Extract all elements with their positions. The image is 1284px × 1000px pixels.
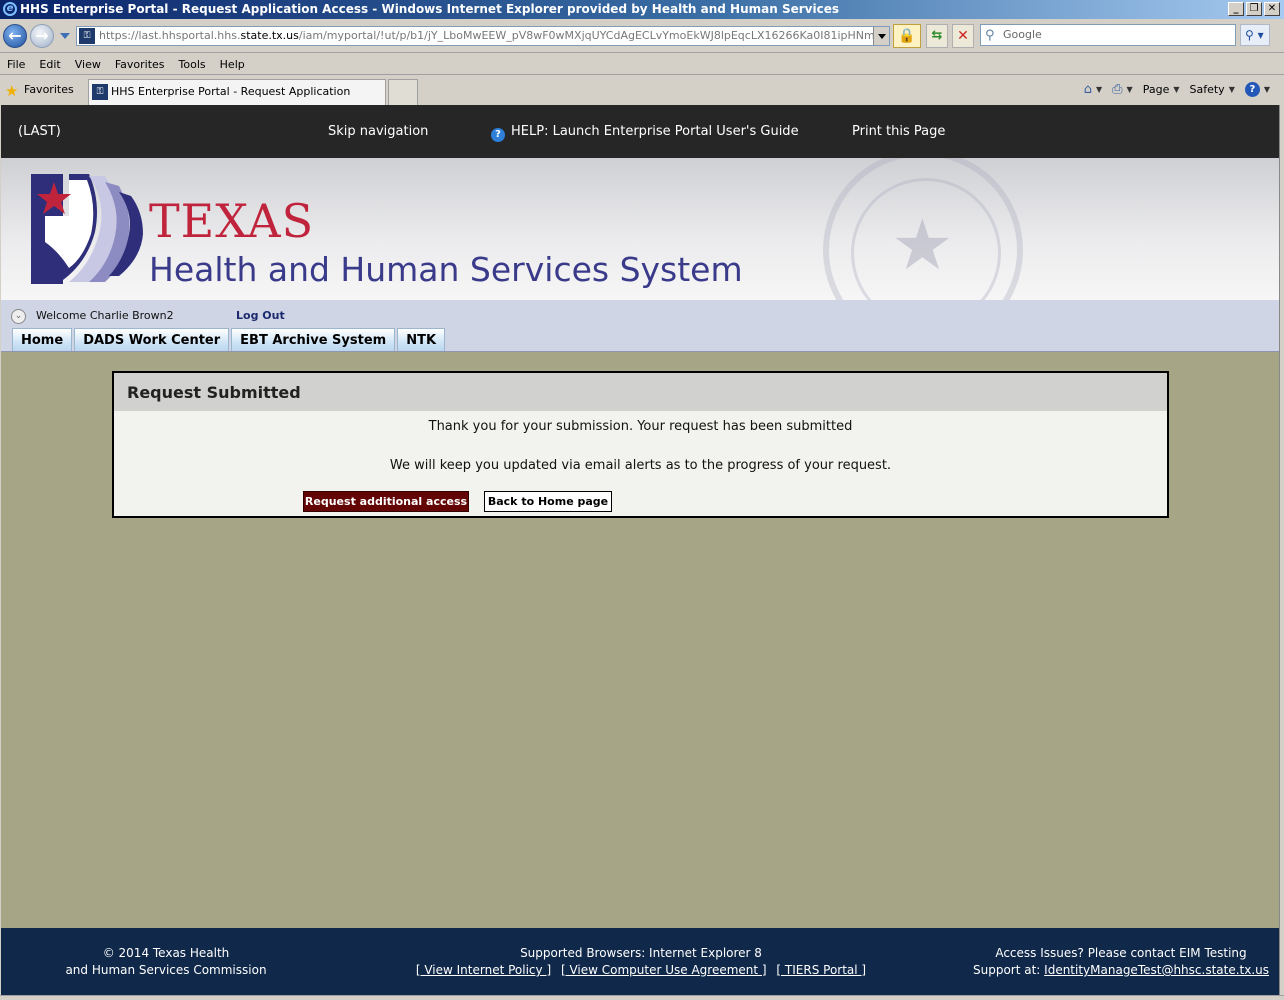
menu-bar: File Edit View Favorites Tools Help xyxy=(0,54,1284,75)
page-viewport: (LAST) Skip navigation ? HELP: Launch Ent… xyxy=(1,105,1279,995)
recent-pages-dropdown-icon[interactable] xyxy=(60,33,70,39)
tab-ebt-archive-system[interactable]: EBT Archive System xyxy=(231,328,396,351)
footer-links: Supported Browsers: Internet Explorer 8 … xyxy=(411,945,871,979)
command-bar: ⌂ ▼ ⎙ ▼ Page ▼ Safety ▼ ? ▼ xyxy=(1084,82,1270,97)
support-prefix: Support at: xyxy=(972,963,1045,977)
ie-logo-icon: e xyxy=(3,2,17,16)
address-toolbar: ← → ⚿ https://last.hhsportal.hhs.state.t… xyxy=(0,19,1284,53)
request-additional-access-button[interactable]: Request additional access xyxy=(303,491,469,512)
url-scheme: https:// xyxy=(99,29,139,42)
url-host: state.tx.us xyxy=(240,29,299,42)
request-submitted-panel: Request Submitted Thank you for your sub… xyxy=(112,371,1169,518)
forward-button[interactable]: → xyxy=(30,24,54,48)
restore-button[interactable]: ❐ xyxy=(1246,2,1262,16)
copyright-line-2: and Human Services Commission xyxy=(65,963,267,977)
window-title: HHS Enterprise Portal - Request Applicat… xyxy=(20,2,839,16)
safety-menu[interactable]: Safety xyxy=(1190,83,1225,96)
last-link[interactable]: (LAST) xyxy=(18,124,61,139)
internet-policy-link[interactable]: [ View Internet Policy ] xyxy=(416,963,551,977)
back-button[interactable]: ← xyxy=(3,24,27,48)
print-dropdown-icon[interactable]: ▼ xyxy=(1127,85,1133,94)
menu-view[interactable]: View xyxy=(75,58,101,71)
favorites-button[interactable]: Favorites xyxy=(24,83,74,96)
url-subdomain: last.hhsportal.hhs. xyxy=(138,29,241,42)
copyright-line-1: © 2014 Texas Health xyxy=(102,946,230,960)
favorites-star-icon[interactable]: ★ xyxy=(5,82,18,100)
help-guide-link[interactable]: ? HELP: Launch Enterprise Portal User's G… xyxy=(491,124,799,142)
window-controls: _ ❐ ✕ xyxy=(1228,2,1280,16)
menu-file[interactable]: File xyxy=(7,58,25,71)
new-tab-button[interactable] xyxy=(388,79,418,105)
close-button[interactable]: ✕ xyxy=(1264,2,1280,16)
page-footer: © 2014 Texas Health and Human Services C… xyxy=(1,928,1279,995)
access-issues-text: Access Issues? Please contact EIM Testin… xyxy=(995,946,1247,960)
welcome-message: Welcome Charlie Brown2 xyxy=(36,309,174,322)
confirmation-message: Thank you for your submission. Your requ… xyxy=(428,419,853,434)
skip-navigation-link[interactable]: Skip navigation xyxy=(328,124,428,139)
page-dropdown-icon[interactable]: ▼ xyxy=(1173,85,1179,94)
security-lock-icon[interactable]: 🔒 xyxy=(893,24,921,48)
site-favicon-icon: ⚿ xyxy=(79,28,95,44)
user-bar: ⌄ Welcome Charlie Brown2 Log Out Home DA… xyxy=(1,300,1279,352)
search-placeholder: Google xyxy=(1003,28,1042,41)
search-provider-icon: ⚲ xyxy=(985,28,995,43)
url-path: /iam/myportal/!ut/p/b1/jY_LboMwEEW_pV8wF… xyxy=(298,29,889,42)
status-bar xyxy=(0,995,1284,1000)
favorites-bar: ★ Favorites ⚿ HHS Enterprise Portal - Re… xyxy=(0,76,1284,122)
back-to-home-button[interactable]: Back to Home page xyxy=(484,491,612,512)
menu-edit[interactable]: Edit xyxy=(39,58,60,71)
help-guide-label: HELP: Launch Enterprise Portal User's Gu… xyxy=(511,124,799,139)
menu-help[interactable]: Help xyxy=(220,58,245,71)
help-icon[interactable]: ? xyxy=(1244,82,1260,97)
portal-tabs: Home DADS Work Center EBT Archive System… xyxy=(12,328,446,351)
tab-home[interactable]: Home xyxy=(12,328,73,351)
safety-dropdown-icon[interactable]: ▼ xyxy=(1229,85,1235,94)
address-bar[interactable]: ⚿ https://last.hhsportal.hhs.state.tx.us… xyxy=(76,26,890,46)
menu-tools[interactable]: Tools xyxy=(179,58,206,71)
footer-copyright: © 2014 Texas Health and Human Services C… xyxy=(61,945,271,979)
tiers-portal-link[interactable]: [ TIERS Portal ] xyxy=(776,963,866,977)
home-dropdown-icon[interactable]: ▼ xyxy=(1096,85,1102,94)
top-navigation: (LAST) Skip navigation ? HELP: Launch Ent… xyxy=(1,105,1279,158)
panel-title: Request Submitted xyxy=(114,373,1167,411)
brand-subtitle: Health and Human Services System xyxy=(149,250,743,289)
collapse-toggle-icon[interactable]: ⌄ xyxy=(11,309,26,324)
refresh-button[interactable]: ⇆ xyxy=(926,24,948,48)
search-button[interactable]: ⚲ ▾ xyxy=(1240,24,1270,46)
window-right-edge xyxy=(1279,105,1284,995)
menu-favorites[interactable]: Favorites xyxy=(115,58,165,71)
computer-use-agreement-link[interactable]: [ View Computer Use Agreement ] xyxy=(561,963,767,977)
address-dropdown-icon[interactable] xyxy=(873,27,889,45)
help-dropdown-icon[interactable]: ▼ xyxy=(1264,85,1270,94)
email-alert-message: We will keep you updated via email alert… xyxy=(389,458,892,473)
help-question-icon: ? xyxy=(491,128,505,142)
tab-ntk[interactable]: NTK xyxy=(397,328,446,351)
browser-tab-active[interactable]: ⚿ HHS Enterprise Portal - Request Applic… xyxy=(88,79,386,122)
logout-link[interactable]: Log Out xyxy=(236,309,285,322)
header-banner: ★ TEXAS Health and Human Services System xyxy=(1,158,1279,300)
tab-dads-work-center[interactable]: DADS Work Center xyxy=(74,328,230,351)
hhs-logo-icon xyxy=(31,174,143,284)
brand-title: TEXAS xyxy=(149,194,315,248)
page-menu[interactable]: Page xyxy=(1143,83,1170,96)
stop-button[interactable]: ✕ xyxy=(952,24,974,48)
tab-favicon-icon: ⚿ xyxy=(92,84,108,100)
minimize-button[interactable]: _ xyxy=(1228,2,1244,16)
print-icon[interactable]: ⎙ xyxy=(1112,82,1122,97)
supported-browsers: Supported Browsers: Internet Explorer 8 xyxy=(520,946,762,960)
home-icon[interactable]: ⌂ xyxy=(1084,82,1092,97)
support-email-link[interactable]: IdentityManageTest@hhsc.state.tx.us xyxy=(1044,963,1269,977)
print-page-link[interactable]: Print this Page xyxy=(852,124,945,139)
footer-support: Access Issues? Please contact EIM Testin… xyxy=(961,945,1279,979)
texas-state-seal-icon: ★ xyxy=(823,158,1023,300)
window-title-bar: e HHS Enterprise Portal - Request Applic… xyxy=(0,0,1284,19)
search-input[interactable]: ⚲ Google xyxy=(980,24,1236,46)
